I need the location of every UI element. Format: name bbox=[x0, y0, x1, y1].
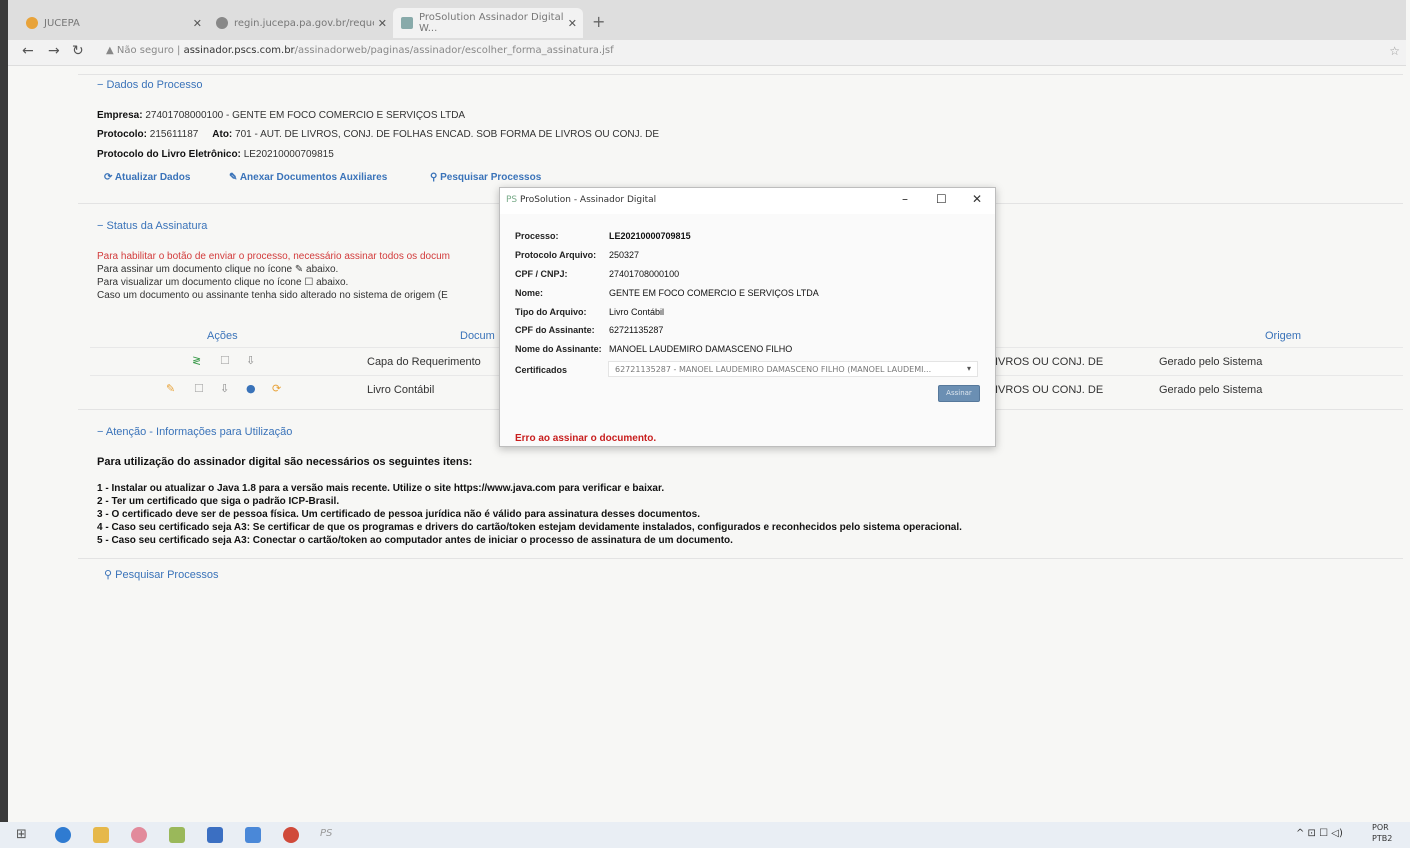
app-icon[interactable] bbox=[131, 827, 147, 843]
field-label: Tipo do Arquivo: bbox=[515, 307, 587, 317]
close-icon[interactable]: ✕ bbox=[378, 17, 387, 30]
download-icon[interactable]: ⇩ bbox=[220, 382, 229, 395]
field-value: Livro Contábil bbox=[609, 307, 665, 317]
protocolo-line: Protocolo: 215611187 Ato: 701 - AUT. DE … bbox=[97, 129, 660, 140]
close-icon[interactable]: ✕ bbox=[568, 17, 577, 30]
info-icon[interactable]: ● bbox=[246, 382, 256, 395]
field-value: 27401708000100 bbox=[609, 269, 680, 279]
header-acoes: Ações bbox=[207, 330, 238, 342]
close-icon[interactable]: ✕ bbox=[972, 192, 982, 206]
certificado-select[interactable]: 62721135287 - MANOEL LAUDEMIRO DAMASCENO… bbox=[608, 361, 978, 377]
status-info-line: Caso um documento ou assinante tenha sid… bbox=[97, 290, 448, 301]
sign-pencil-icon[interactable]: ✎ bbox=[166, 382, 175, 395]
maximize-icon[interactable]: ☐ bbox=[936, 192, 947, 206]
field-label: Protocolo Arquivo: bbox=[515, 250, 597, 260]
minimize-icon[interactable]: – bbox=[902, 192, 908, 206]
assinador-dialog: PS ProSolution - Assinador Digital – ☐ ✕… bbox=[499, 187, 996, 447]
app-icon[interactable] bbox=[169, 827, 185, 843]
tab-prosolution[interactable]: ProSolution Assinador Digital W... ✕ bbox=[393, 8, 583, 38]
scan-edge bbox=[0, 0, 8, 848]
view-icon[interactable]: ☐ bbox=[220, 354, 230, 367]
atencao-item: 3 - O certificado deve ser de pessoa fís… bbox=[97, 509, 701, 520]
edge-icon[interactable] bbox=[55, 827, 71, 843]
empresa-line: Empresa: 27401708000100 - GENTE EM FOCO … bbox=[97, 110, 466, 121]
field-value: 62721135287 bbox=[609, 325, 664, 335]
url-field[interactable]: ▲ Não seguro | assinador.pscs.com.br/ass… bbox=[106, 45, 614, 56]
search-icon: ⚲ bbox=[104, 569, 113, 581]
field-label: Nome: bbox=[515, 288, 544, 298]
field-value: 250327 bbox=[609, 250, 640, 260]
header-origem: Origem bbox=[1265, 330, 1302, 342]
taskbar: ⊞ PS ^ ⊡ ☐ ◁) POR PTB2 bbox=[0, 822, 1410, 848]
refresh-icon: ⟳ bbox=[104, 172, 113, 183]
attach-icon: ✎ bbox=[229, 172, 238, 183]
section-dados-processo[interactable]: − Dados do Processo bbox=[97, 79, 202, 91]
field-label: CPF do Assinante: bbox=[515, 325, 595, 335]
pesquisar-processos-button[interactable]: ⚲ Pesquisar Processos bbox=[430, 172, 541, 183]
field-value: MANOEL LAUDEMIRO DAMASCENO FILHO bbox=[609, 344, 793, 354]
divider bbox=[78, 558, 1403, 559]
reload-icon[interactable]: ↻ bbox=[72, 43, 84, 59]
jucepa-favicon-icon bbox=[26, 17, 38, 29]
status-info-line: Para visualizar um documento clique no í… bbox=[97, 277, 349, 288]
warning-icon: ▲ bbox=[106, 45, 114, 56]
assinar-button[interactable]: Assinar bbox=[938, 385, 980, 402]
close-icon[interactable]: ✕ bbox=[193, 17, 202, 30]
tab-regin[interactable]: regin.jucepa.pa.gov.br/requerim... ✕ bbox=[208, 8, 393, 38]
system-tray-icons[interactable]: ^ ⊡ ☐ ◁) bbox=[1296, 828, 1343, 839]
search-icon: ⚲ bbox=[430, 172, 438, 183]
atencao-item: 4 - Caso seu certificado seja A3: Se cer… bbox=[97, 522, 962, 533]
section-atencao[interactable]: − Atenção - Informações para Utilização bbox=[97, 426, 292, 438]
windows-start-icon[interactable]: ⊞ bbox=[16, 827, 27, 842]
field-label: Processo: bbox=[515, 231, 559, 241]
tab-jucepa[interactable]: JUCEPA ✕ bbox=[18, 8, 208, 38]
field-label: CPF / CNPJ: bbox=[515, 269, 568, 279]
language-indicator[interactable]: POR PTB2 bbox=[1372, 822, 1392, 844]
divider bbox=[78, 74, 1403, 75]
file-explorer-icon[interactable] bbox=[93, 827, 109, 843]
field-label: Nome do Assinante: bbox=[515, 344, 602, 354]
refresh-icon[interactable]: ⟳ bbox=[272, 382, 281, 395]
livro-line: Protocolo do Livro Eletrônico: LE2021000… bbox=[97, 149, 334, 160]
atencao-item: 2 - Ter um certificado que siga o padrão… bbox=[97, 496, 340, 507]
anexar-documentos-button[interactable]: ✎ Anexar Documentos Auxiliares bbox=[229, 172, 387, 183]
field-value: LE20210000709815 bbox=[609, 231, 691, 241]
address-bar: ← → ↻ ▲ Não seguro | assinador.pscs.com.… bbox=[8, 40, 1406, 66]
error-message: Erro ao assinar o documento. bbox=[515, 433, 657, 444]
atualizar-dados-button[interactable]: ⟳ Atualizar Dados bbox=[104, 172, 190, 183]
status-info-line: Para habilitar o botão de enviar o proce… bbox=[97, 251, 450, 262]
field-value: GENTE EM FOCO COMERCIO E SERVIÇOS LTDA bbox=[609, 288, 819, 298]
prosolution-logo-icon: PS bbox=[506, 195, 518, 205]
atencao-item: 5 - Caso seu certificado seja A3: Conect… bbox=[97, 535, 733, 546]
prosolution-taskbar-icon[interactable]: PS bbox=[320, 828, 332, 839]
dialog-titlebar: PS ProSolution - Assinador Digital – ☐ ✕ bbox=[500, 188, 995, 214]
status-icon[interactable]: ≷ bbox=[192, 354, 201, 367]
atencao-item: 1 - Instalar ou atualizar o Java 1.8 par… bbox=[97, 483, 665, 494]
certificados-label: Certificados bbox=[515, 365, 568, 375]
word-icon[interactable] bbox=[207, 827, 223, 843]
prosolution-favicon-icon bbox=[401, 17, 413, 29]
pesquisar-processos-bottom-button[interactable]: ⚲ Pesquisar Processos bbox=[104, 568, 218, 581]
status-info-line: Para assinar um documento clique no ícon… bbox=[97, 264, 339, 275]
browser-tab-bar: JUCEPA ✕ regin.jucepa.pa.gov.br/requerim… bbox=[8, 0, 1406, 40]
outlook-icon[interactable] bbox=[245, 827, 261, 843]
forward-icon[interactable]: → bbox=[48, 43, 60, 59]
section-status-assinatura[interactable]: − Status da Assinatura bbox=[97, 220, 207, 232]
chrome-icon[interactable] bbox=[283, 827, 299, 843]
atencao-intro: Para utilização do assinador digital são… bbox=[97, 456, 473, 468]
bookmark-star-icon[interactable]: ☆ bbox=[1389, 44, 1400, 58]
view-icon[interactable]: ☐ bbox=[194, 382, 204, 395]
back-icon[interactable]: ← bbox=[22, 43, 34, 59]
new-tab-icon[interactable]: + bbox=[592, 12, 605, 31]
header-documento: Docum bbox=[460, 330, 495, 342]
chevron-down-icon: ▾ bbox=[966, 364, 971, 373]
globe-icon bbox=[216, 17, 228, 29]
download-icon[interactable]: ⇩ bbox=[246, 354, 255, 367]
